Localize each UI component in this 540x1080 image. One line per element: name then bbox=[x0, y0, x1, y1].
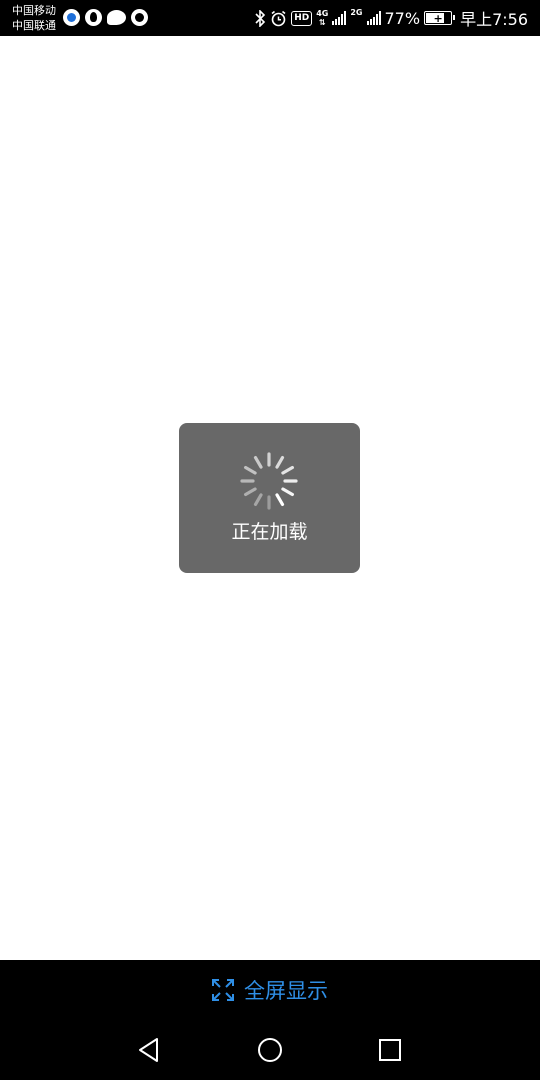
spinner-spoke bbox=[243, 465, 257, 475]
spinner-spoke bbox=[243, 487, 257, 497]
carrier-info: 中国移动 中国联通 bbox=[12, 3, 62, 33]
status-bar: 中国移动 中国联通 HD 4G ⇅ 2G 77% + 早上7:56 bbox=[0, 0, 540, 36]
recents-icon[interactable] bbox=[375, 1035, 405, 1065]
signal-1-icon bbox=[332, 11, 347, 25]
back-icon[interactable] bbox=[135, 1035, 165, 1065]
bluetooth-icon bbox=[255, 9, 266, 27]
spinner-spoke bbox=[275, 455, 285, 469]
system-status: HD 4G ⇅ 2G 77% + 早上7:56 bbox=[255, 0, 528, 36]
qq-browser-icon bbox=[131, 9, 148, 26]
navigation-bar bbox=[0, 1020, 540, 1080]
notification-icons bbox=[63, 9, 148, 26]
spinner-spoke bbox=[275, 493, 285, 507]
fullscreen-label: 全屏显示 bbox=[244, 979, 328, 1003]
loading-spinner-icon bbox=[240, 452, 298, 510]
battery-percent: 77% bbox=[384, 8, 421, 28]
hd-badge: HD bbox=[291, 10, 313, 26]
network-2-label: 2G bbox=[350, 8, 362, 17]
fullscreen-button[interactable]: 全屏显示 bbox=[0, 960, 540, 1020]
home-icon[interactable] bbox=[255, 1035, 285, 1065]
network-2-type: 2G bbox=[350, 8, 363, 17]
alarm-icon bbox=[271, 10, 286, 26]
carrier-2-label: 中国联通 bbox=[12, 19, 56, 32]
loading-dialog: 正在加载 bbox=[179, 423, 360, 573]
battery-icon: + bbox=[424, 11, 456, 25]
spinner-spoke bbox=[281, 465, 295, 475]
browser-icon bbox=[85, 9, 102, 26]
expand-icon bbox=[212, 979, 234, 1001]
network-1-label: 4G ⇅ bbox=[316, 9, 328, 27]
spinner-spoke bbox=[253, 455, 263, 469]
spinner-spoke bbox=[253, 493, 263, 507]
clock: 早上7:56 bbox=[460, 10, 528, 29]
network-1-type: 4G bbox=[316, 9, 329, 18]
signal-2-icon bbox=[366, 11, 381, 25]
chat-icon bbox=[107, 10, 126, 25]
carrier-1-label: 中国移动 bbox=[12, 4, 56, 17]
spinner-spoke bbox=[281, 487, 295, 497]
qq-icon bbox=[63, 9, 80, 26]
network-1-activity: ⇅ bbox=[318, 18, 326, 27]
loading-text: 正在加载 bbox=[231, 521, 308, 543]
